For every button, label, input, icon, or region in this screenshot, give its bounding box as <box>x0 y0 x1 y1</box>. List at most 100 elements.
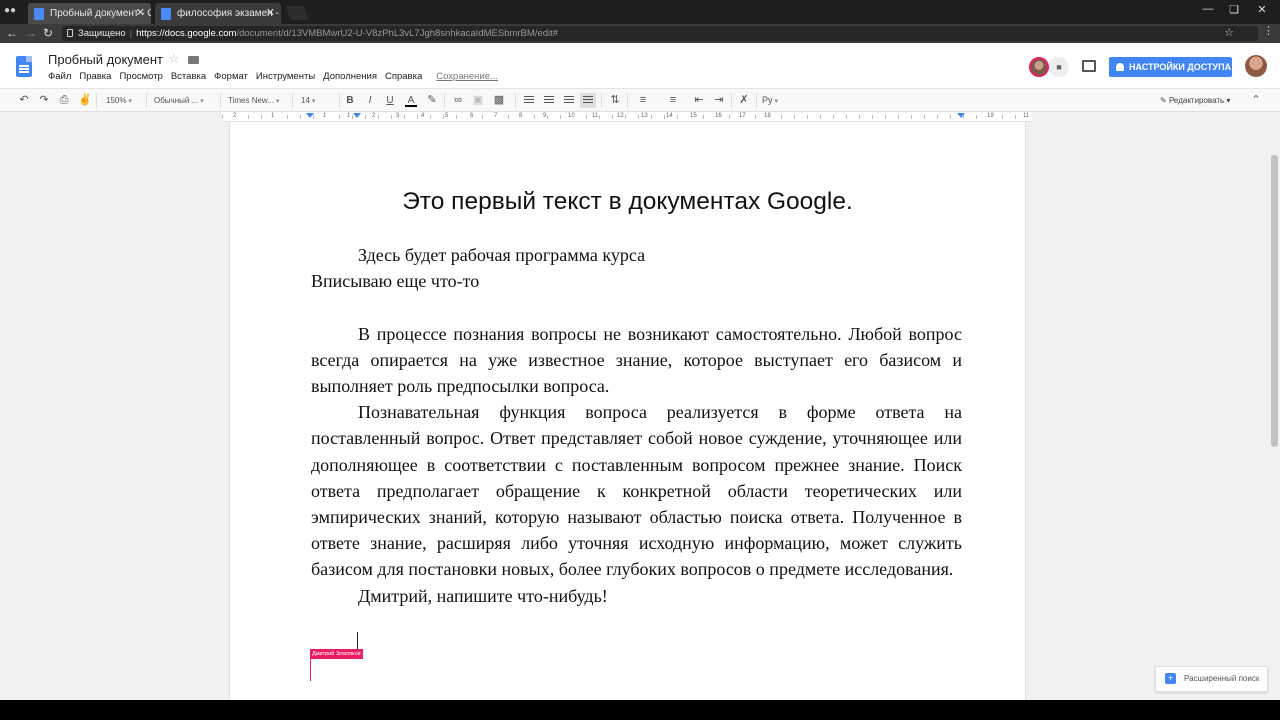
paragraph[interactable]: Вписываю еще что-то <box>311 268 962 294</box>
menu-view[interactable]: Просмотр <box>119 71 162 82</box>
link-icon[interactable]: ∞ <box>451 93 465 108</box>
browser-profile-icon[interactable]: ●● <box>4 5 16 16</box>
bulleted-list-icon[interactable]: ≡ <box>663 93 683 108</box>
menu-bar: Файл Правка Просмотр Вставка Формат Инструмен… <box>48 71 506 82</box>
font-size-select[interactable]: 14 <box>301 93 335 108</box>
pencil-icon: ✎ <box>1160 96 1169 105</box>
paragraph-style-select[interactable]: Обычный ... <box>154 93 216 108</box>
ruler-label: 1 <box>346 113 352 120</box>
paragraph[interactable]: Здесь будет рабочая программа курса <box>311 242 962 268</box>
docs-logo-icon[interactable] <box>16 56 32 77</box>
menu-file[interactable]: Файл <box>48 71 71 82</box>
forward-arrow-icon[interactable]: → <box>25 26 37 40</box>
empty-paragraph[interactable] <box>311 294 962 320</box>
tab-active-document[interactable]: Пробный документ - Gc ✕ <box>28 3 151 24</box>
menu-addons[interactable]: Дополнения <box>323 71 377 82</box>
share-button[interactable]: НАСТРОЙКИ ДОСТУПА <box>1109 57 1232 77</box>
document-page[interactable]: Это первый текст в документах Google. Зд… <box>230 122 1025 700</box>
comments-icon[interactable] <box>1082 60 1096 72</box>
ruler[interactable]: 2 1 1 1 2 3 4 5 6 7 8 9 10 11 12 13 14 1… <box>222 112 1032 122</box>
ruler-label: 14 <box>665 113 674 120</box>
tab-philosophy-exam[interactable]: философия экзамен - Gc ✕ <box>155 3 281 24</box>
ruler-label: 4 <box>420 113 426 120</box>
image-icon[interactable]: ▩ <box>490 93 508 108</box>
underline-icon[interactable]: U <box>385 93 395 108</box>
italic-icon[interactable]: I <box>365 93 375 108</box>
new-tab-button[interactable] <box>285 6 309 20</box>
align-right-icon[interactable] <box>564 96 574 105</box>
vertical-scrollbar[interactable] <box>1269 122 1280 700</box>
document-title[interactable]: Пробный документ <box>48 52 163 67</box>
url-host: https://docs.google.com <box>136 28 237 39</box>
menu-help[interactable]: Справка <box>385 71 422 82</box>
zoom-select[interactable]: 150% <box>106 93 142 108</box>
collapse-chevron-icon[interactable]: ⌃ <box>1250 93 1262 108</box>
align-left-icon[interactable] <box>524 96 534 105</box>
explore-icon: + <box>1165 673 1176 684</box>
user-avatar[interactable] <box>1245 55 1267 77</box>
text-color-icon[interactable]: A <box>405 93 417 107</box>
ruler-label: 13 <box>640 113 649 120</box>
minimize-icon[interactable]: — <box>1198 3 1218 15</box>
line-spacing-icon[interactable]: ⇅ <box>608 93 622 108</box>
close-icon[interactable]: ✕ <box>136 3 145 24</box>
input-language-select[interactable]: Ру <box>762 93 790 108</box>
left-indent-marker[interactable] <box>306 113 314 118</box>
browser-menu-icon[interactable]: ⋮ <box>1263 24 1274 37</box>
paint-format-icon[interactable]: ✌ <box>78 93 92 108</box>
document-body[interactable]: Здесь будет рабочая программа курса Впис… <box>311 242 962 609</box>
star-icon[interactable]: ☆ <box>168 51 180 67</box>
window-close-icon[interactable]: ✕ <box>1252 3 1272 16</box>
back-arrow-icon[interactable]: ← <box>6 26 18 40</box>
ruler-label: 12 <box>616 113 625 120</box>
menu-format[interactable]: Формат <box>214 71 248 82</box>
align-center-icon[interactable] <box>544 96 554 105</box>
close-icon[interactable]: ✕ <box>266 3 275 24</box>
url-input[interactable]: Защищено | https://docs.google.com/documen… <box>62 26 1258 41</box>
editing-mode-select[interactable]: ✎ Редактировать ▾ <box>1160 93 1230 108</box>
highlight-icon[interactable]: ✎ <box>426 93 438 108</box>
right-indent-marker[interactable] <box>957 113 965 118</box>
clear-formatting-icon[interactable]: ✗ <box>737 93 751 108</box>
menu-edit[interactable]: Правка <box>79 71 111 82</box>
undo-icon[interactable]: ↶ <box>18 93 30 108</box>
menu-tools[interactable]: Инструменты <box>256 71 315 82</box>
first-line-indent-marker[interactable] <box>353 113 361 118</box>
bottom-black-bar <box>0 700 1280 720</box>
comment-add-icon[interactable]: ▣ <box>472 93 484 108</box>
ruler-label: 3 <box>395 113 401 120</box>
restore-icon[interactable]: ❏ <box>1224 3 1244 16</box>
editing-mode-label: Редактировать <box>1168 96 1225 105</box>
reload-icon[interactable]: ↻ <box>43 26 53 40</box>
ruler-label: 2 <box>371 113 377 120</box>
document-canvas: Это первый текст в документах Google. Зд… <box>0 122 1280 700</box>
increase-indent-icon[interactable]: ⇥ <box>712 93 726 108</box>
folder-icon[interactable] <box>188 56 199 64</box>
ruler-label: 2 <box>232 113 238 120</box>
font-select[interactable]: Times New... <box>228 93 286 108</box>
bold-icon[interactable]: B <box>345 93 355 108</box>
explore-button[interactable]: + Расширенный поиск <box>1155 666 1268 692</box>
bookmark-star-icon[interactable]: ☆ <box>1224 26 1234 41</box>
paragraph[interactable]: Дмитрий, напишите что-нибудь! <box>311 583 962 609</box>
share-button-label: НАСТРОЙКИ ДОСТУПА <box>1129 62 1232 72</box>
print-icon[interactable]: ⎙ <box>58 93 70 108</box>
ruler-label: 5 <box>444 113 450 120</box>
lock-icon <box>67 29 73 37</box>
redo-icon[interactable]: ↷ <box>38 93 50 108</box>
document-heading[interactable]: Это первый текст в документах Google. <box>230 188 1025 216</box>
numbered-list-icon[interactable]: ≡ <box>633 93 653 108</box>
scrollbar-thumb[interactable] <box>1271 155 1278 447</box>
collaborator-avatar[interactable] <box>1029 57 1049 77</box>
anonymous-viewers-icon[interactable]: ■ <box>1049 57 1069 77</box>
url-path: /document/d/13VMBMwrU2-U-V8zPhL3vL7Jgh8s… <box>236 28 559 39</box>
ruler-label: 17 <box>738 113 747 120</box>
ruler-label: 6 <box>469 113 475 120</box>
paragraph[interactable]: В процессе познания вопросы не возникают… <box>311 321 962 400</box>
ruler-label: 18 <box>763 113 772 120</box>
decrease-indent-icon[interactable]: ⇤ <box>692 93 706 108</box>
paragraph[interactable]: Познавательная функция вопроса реализует… <box>311 399 962 582</box>
menu-insert[interactable]: Вставка <box>171 71 206 82</box>
saving-status[interactable]: Сохранение... <box>436 71 498 82</box>
align-justify-button[interactable] <box>580 93 596 108</box>
